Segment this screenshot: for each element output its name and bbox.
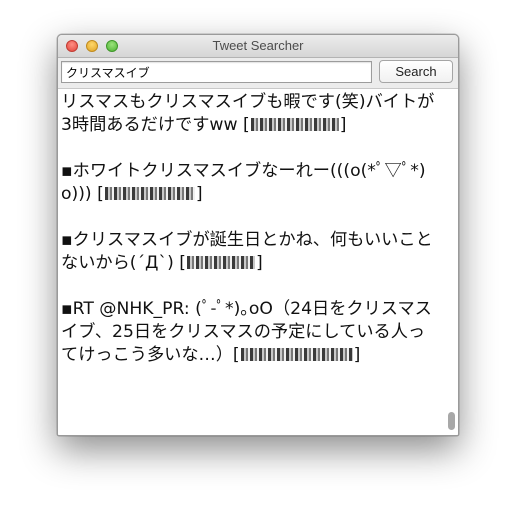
redacted-username bbox=[186, 256, 255, 269]
search-button[interactable]: Search bbox=[379, 60, 453, 83]
results-area[interactable]: リスマスもクリスマスイブも暇です(笑)バイトが3時間あるだけですww [] ▪ホ… bbox=[58, 88, 458, 435]
tweet-item: ▪ホワイトクリスマスイブなーれー(((o(*ﾟ▽ﾟ*)o))) [] bbox=[61, 160, 440, 206]
search-bar: Search bbox=[58, 58, 458, 88]
tweet-item: リスマスもクリスマスイブも暇です(笑)バイトが3時間あるだけですww [] bbox=[61, 91, 440, 137]
tweet-item: ▪クリスマスイブが誕生日とかね、何もいいことないから(´Д`) [] bbox=[61, 229, 440, 275]
tweet-text: リスマスもクリスマスイブも暇です(笑)バイトが3時間あるだけですww [ bbox=[61, 92, 435, 135]
tweet-list: リスマスもクリスマスイブも暇です(笑)バイトが3時間あるだけですww [] ▪ホ… bbox=[61, 91, 440, 390]
tweet-bracket-close: ] bbox=[339, 115, 347, 135]
tweet-bracket-close: ] bbox=[195, 184, 203, 204]
title-bar[interactable]: Tweet Searcher bbox=[58, 35, 458, 58]
redacted-username bbox=[250, 118, 339, 131]
redacted-username bbox=[104, 187, 195, 200]
tweet-item: ▪RT @NHK_PR: (ﾟ-ﾟ*)｡oO（24日をクリスマスイブ、25日をク… bbox=[61, 298, 440, 367]
tweet-searcher-window: Tweet Searcher Search リスマスもクリスマスイブも暇です(笑… bbox=[57, 34, 459, 436]
search-input[interactable] bbox=[61, 61, 372, 83]
tweet-bracket-close: ] bbox=[353, 345, 361, 365]
tweet-bracket-close: ] bbox=[255, 253, 263, 273]
redacted-username bbox=[240, 348, 353, 361]
window-title: Tweet Searcher bbox=[212, 38, 304, 53]
vertical-scrollbar[interactable] bbox=[444, 89, 458, 435]
scroll-thumb[interactable] bbox=[448, 412, 455, 430]
